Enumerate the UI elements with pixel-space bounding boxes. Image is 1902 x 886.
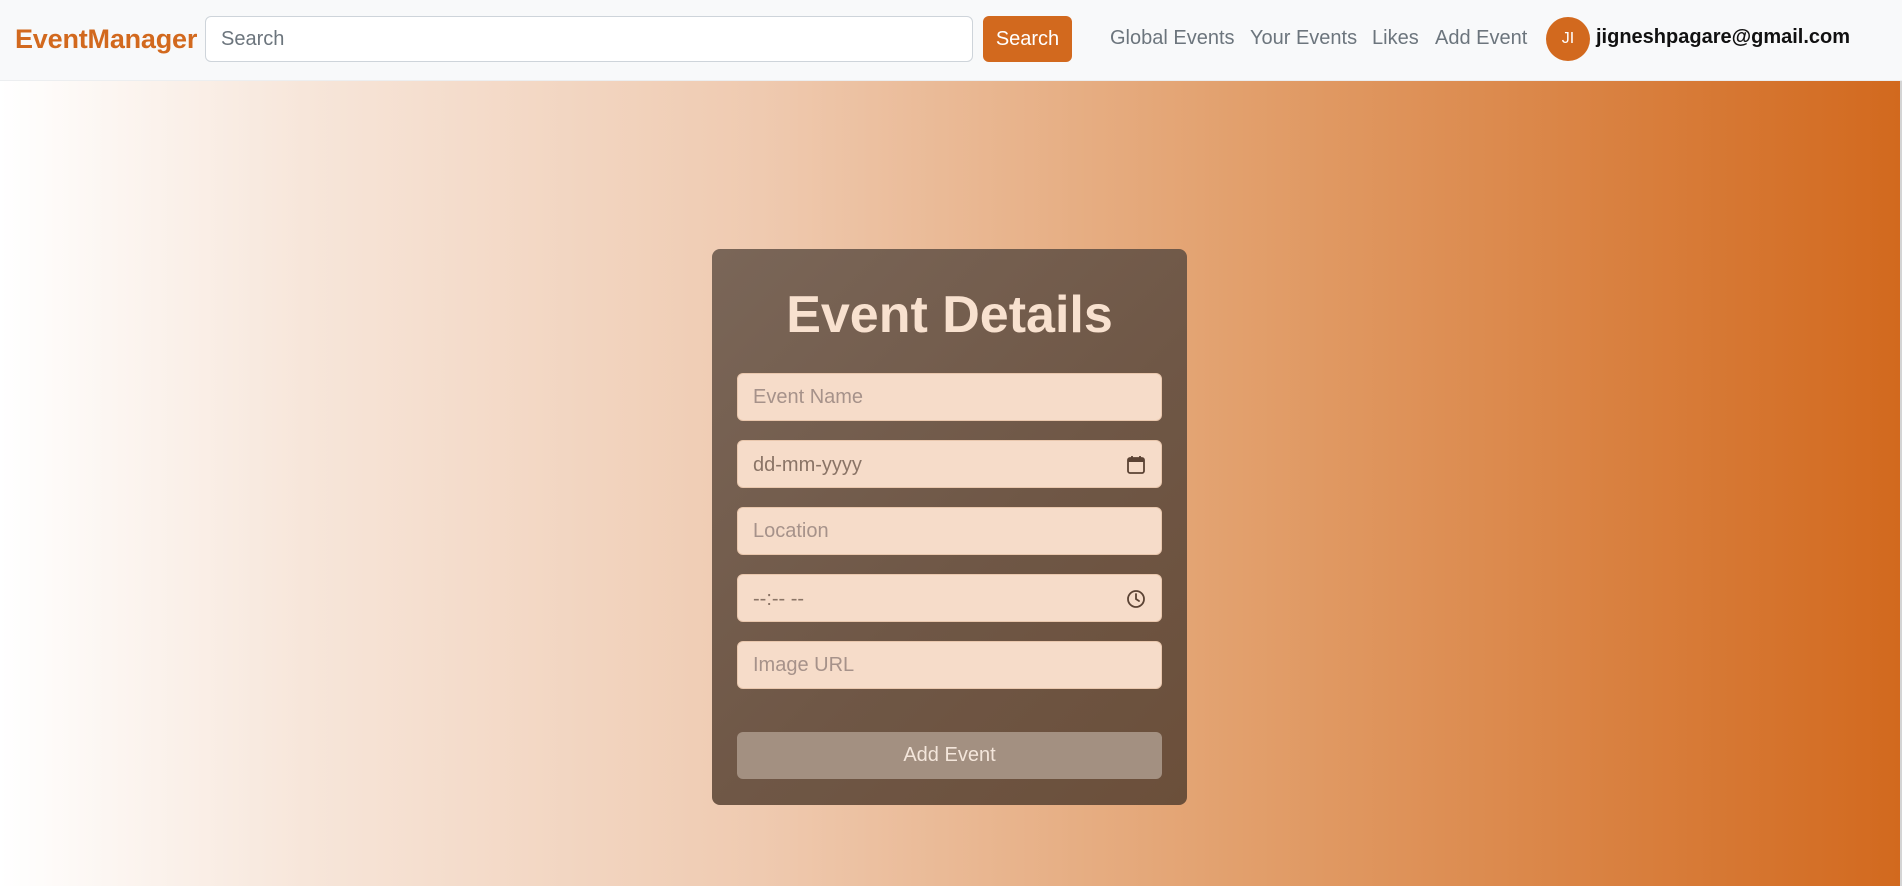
calendar-icon[interactable] xyxy=(1125,454,1147,476)
search-button[interactable]: Search xyxy=(983,16,1072,62)
time-placeholder: --:-- -- xyxy=(753,588,805,610)
search-input[interactable] xyxy=(205,16,973,62)
nav-link-your-events[interactable]: Your Events xyxy=(1250,27,1357,50)
event-details-card: Event Details dd-mm-yyyy --:-- -- Add Ev… xyxy=(712,249,1187,805)
event-name-input[interactable] xyxy=(737,373,1162,421)
user-email[interactable]: jigneshpagare@gmail.com xyxy=(1596,26,1850,49)
location-input[interactable] xyxy=(737,507,1162,555)
nav-link-likes[interactable]: Likes xyxy=(1372,27,1419,50)
add-event-button[interactable]: Add Event xyxy=(737,732,1162,779)
event-time-input[interactable]: --:-- -- xyxy=(737,574,1162,622)
nav-link-add-event[interactable]: Add Event xyxy=(1435,27,1527,50)
clock-icon[interactable] xyxy=(1125,588,1147,610)
date-placeholder: dd-mm-yyyy xyxy=(753,454,862,476)
image-url-input[interactable] xyxy=(737,641,1162,689)
form-title: Event Details xyxy=(786,286,1113,344)
event-date-input[interactable]: dd-mm-yyyy xyxy=(737,440,1162,488)
top-navbar: EventManager Search Global Events Your E… xyxy=(0,0,1902,81)
brand-logo[interactable]: EventManager xyxy=(15,24,197,55)
nav-link-global-events[interactable]: Global Events xyxy=(1110,27,1235,50)
avatar[interactable]: JI xyxy=(1546,17,1590,61)
